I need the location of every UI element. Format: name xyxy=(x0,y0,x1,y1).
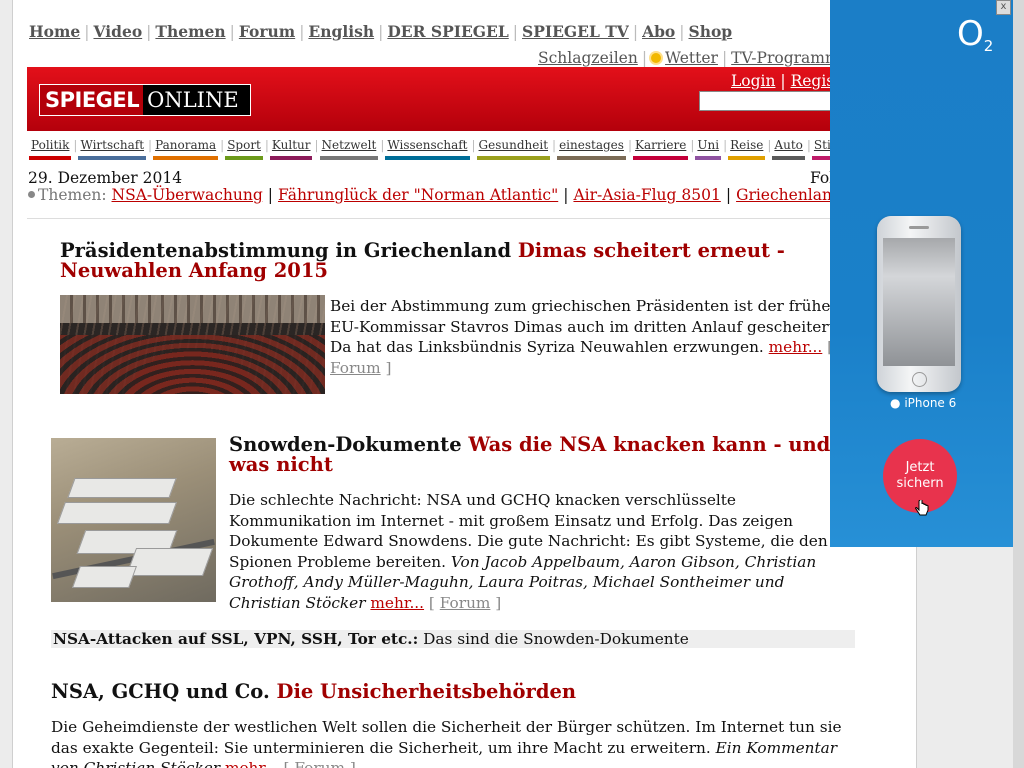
nsa-datacenter-photo[interactable] xyxy=(51,438,216,602)
hand-cursor-icon xyxy=(915,500,929,516)
ressort-link[interactable]: einestages xyxy=(557,138,626,160)
related-link-text: Das sind die Snowden-Dokumente xyxy=(423,630,689,648)
topnav-link[interactable]: Shop xyxy=(689,22,733,41)
pin-icon xyxy=(28,191,35,198)
o2-iphone-ad[interactable]: x O2 ● iPhone 6 Jetzt sichern xyxy=(830,0,1013,547)
article-teaser: Die Geheimdienste der westlichen Welt so… xyxy=(51,717,851,768)
ressort-link[interactable]: Netzwelt xyxy=(319,138,379,160)
wetter-link[interactable]: Wetter xyxy=(665,49,718,67)
sub-navigation: Schlagzeilen | Wetter | TV-Programm xyxy=(538,49,840,67)
ressort-link[interactable]: Karriere xyxy=(632,138,689,160)
logo-online: ONLINE xyxy=(143,85,250,115)
article-headline[interactable]: NSA, GCHQ und Co. Die Unsicherheitsbehör… xyxy=(51,682,841,702)
ad-model-text: iPhone 6 xyxy=(904,396,957,410)
more-link[interactable]: mehr... xyxy=(370,594,424,612)
ressort-link[interactable]: Uni xyxy=(695,138,722,160)
topnav-link[interactable]: Themen xyxy=(155,22,225,41)
ad-close-icon[interactable]: x xyxy=(996,0,1011,15)
related-link-bold: NSA-Attacken auf SSL, VPN, SSH, Tor etc.… xyxy=(53,630,419,648)
spiegel-page: Home | Video | Themen | Forum | English | DER SPIE… xyxy=(12,0,917,768)
top-navigation: Home | Video | Themen | Forum | English | DER SPIE… xyxy=(29,22,733,41)
theme-link[interactable]: Air-Asia-Flug 8501 xyxy=(573,186,720,204)
article-title: Die Unsicherheitsbehörden xyxy=(276,680,577,703)
forum-link-wrap: [ Forum ] xyxy=(428,593,502,612)
schlagzeilen-link[interactable]: Schlagzeilen xyxy=(538,49,638,67)
site-header: SPIEGEL ONLINE Login | Regist xyxy=(27,67,916,131)
theme-link[interactable]: Griechenland xyxy=(736,186,842,204)
divider xyxy=(27,218,915,219)
current-date: 29. Dezember 2014 xyxy=(28,169,183,187)
ressort-link[interactable]: Wirtschaft xyxy=(78,138,147,160)
search-input[interactable] xyxy=(699,91,851,111)
spiegel-online-logo[interactable]: SPIEGEL ONLINE xyxy=(39,84,251,116)
ad-model-label: ● iPhone 6 xyxy=(890,396,956,410)
topnav-link[interactable]: Forum xyxy=(239,22,295,41)
themes-bar: Themen: NSA-Überwachung | Fährunglück der … xyxy=(28,186,842,204)
ressort-navigation: Politik | Wirtschaft | Panorama | Sport | Kultur… xyxy=(29,138,838,160)
login-link[interactable]: Login xyxy=(731,72,776,90)
weather-sun-icon xyxy=(651,53,662,63)
topnav-link[interactable]: Home xyxy=(29,22,80,41)
article-headline[interactable]: Snowden-Dokumente Was die NSA knacken ka… xyxy=(229,435,839,475)
article-teaser: Bei der Abstimmung zum griechischen Präs… xyxy=(330,296,850,378)
article-teaser: Die schlechte Nachricht: NSA und GCHQ kn… xyxy=(229,490,849,613)
tv-programm-link[interactable]: TV-Programm xyxy=(731,49,840,67)
topnav-link[interactable]: Video xyxy=(93,22,142,41)
o2-logo-sub: 2 xyxy=(983,37,994,55)
ressort-link[interactable]: Reise xyxy=(728,138,766,160)
topnav-link[interactable]: SPIEGEL TV xyxy=(522,22,629,41)
theme-link[interactable]: Fährunglück der "Norman Atlantic" xyxy=(278,186,558,204)
ressort-link[interactable]: Panorama xyxy=(153,138,219,160)
topnav-link[interactable]: Abo xyxy=(642,22,675,41)
apple-icon: ● xyxy=(890,396,901,410)
ressort-link[interactable]: Auto xyxy=(772,138,805,160)
ressort-link[interactable]: Sport xyxy=(225,138,263,160)
related-link[interactable]: NSA-Attacken auf SSL, VPN, SSH, Tor etc.… xyxy=(51,630,855,648)
iphone-image xyxy=(877,216,961,392)
theme-link[interactable]: NSA-Überwachung xyxy=(112,186,263,204)
o2-logo-letter: O xyxy=(957,14,984,54)
forum-link[interactable]: Forum xyxy=(330,359,381,377)
article-headline[interactable]: Präsidentenabstimmung in Griechenland Di… xyxy=(60,241,820,281)
more-link[interactable]: mehr... xyxy=(769,338,823,356)
topnav-link[interactable]: English xyxy=(308,22,374,41)
forum-link[interactable]: Forum xyxy=(294,759,345,768)
topnav-link[interactable]: DER SPIEGEL xyxy=(387,22,508,41)
forum-link-wrap: [ Forum ] xyxy=(283,759,355,768)
o2-logo: O2 xyxy=(957,17,993,63)
browser-viewport: Home | Video | Themen | Forum | English | DER SPIE… xyxy=(0,0,1024,768)
forum-link[interactable]: Forum xyxy=(440,594,491,612)
ressort-link[interactable]: Gesundheit xyxy=(476,138,551,160)
article-kicker: NSA, GCHQ und Co. xyxy=(51,680,270,703)
ressort-link[interactable]: Kultur xyxy=(269,138,313,160)
page-margin xyxy=(1013,0,1024,768)
login-area: Login | Regist xyxy=(731,72,841,90)
ressort-link[interactable]: Wissenschaft xyxy=(385,138,470,160)
ressort-link[interactable]: Politik xyxy=(29,138,72,160)
themes-label: Themen: xyxy=(38,186,107,204)
logo-spiegel: SPIEGEL xyxy=(40,85,144,115)
parliament-photo[interactable] xyxy=(60,295,325,394)
more-link[interactable]: mehr... xyxy=(225,759,279,768)
